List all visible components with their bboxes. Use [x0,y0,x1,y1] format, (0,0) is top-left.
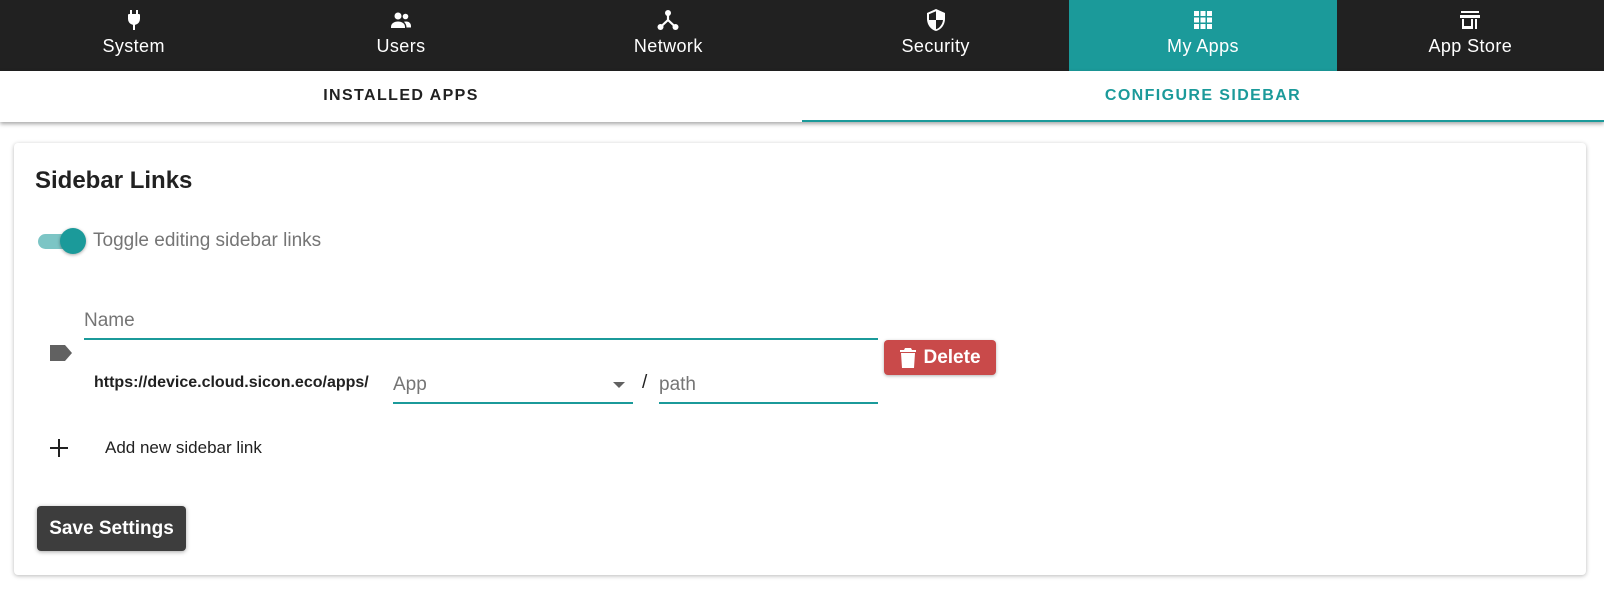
nav-item-security[interactable]: Security [802,0,1069,71]
plug-icon [127,10,140,30]
app-select-input[interactable] [393,368,633,402]
url-prefix: https://device.cloud.sicon.eco/apps/ [94,374,369,391]
delete-button[interactable]: Delete [884,340,996,375]
add-link-label: Add new sidebar link [105,438,262,457]
network-icon [657,10,679,30]
tag-icon [50,345,72,361]
users-icon [390,12,411,28]
nav-label: App Store [1428,36,1513,56]
store-icon [1460,11,1481,29]
path-separator: / [642,372,648,393]
nav-label: My Apps [1167,36,1239,56]
path-field [659,368,878,404]
nav-item-my-apps[interactable]: My Apps [1069,0,1337,71]
nav-label: Network [633,36,703,56]
app-select-field [393,368,633,404]
nav-label: System [102,36,165,56]
plus-icon [50,439,68,457]
sub-tabs: INSTALLED APPS CONFIGURE SIDEBAR [0,71,1604,122]
nav-item-network[interactable]: Network [535,0,802,71]
shield-icon [926,9,945,31]
trash-icon [900,347,917,368]
edit-links-toggle[interactable] [36,228,88,254]
save-settings-button[interactable]: Save Settings [37,506,186,551]
top-navigation: System Users Network Security My Apps Ap… [0,0,1604,71]
toggle-thumb [60,228,86,254]
nav-item-users[interactable]: Users [267,0,534,71]
nav-item-app-store[interactable]: App Store [1337,0,1604,71]
toggle-label: Toggle editing sidebar links [93,230,322,251]
chevron-down-icon[interactable] [613,382,625,388]
add-sidebar-link[interactable]: Add new sidebar link [48,433,262,463]
apps-grid-icon [1193,11,1212,29]
delete-label: Delete [923,346,981,368]
nav-item-system[interactable]: System [0,0,267,71]
link-name-field [84,304,878,340]
link-name-input[interactable] [84,304,878,338]
path-input[interactable] [659,368,878,402]
nav-label: Security [901,36,970,56]
sidebar-links-card: Sidebar Links Toggle editing sidebar lin… [14,143,1586,575]
card-title: Sidebar Links [35,167,193,194]
tab-configure-sidebar[interactable]: CONFIGURE SIDEBAR [802,71,1604,122]
nav-label: Users [376,36,426,56]
tab-installed-apps[interactable]: INSTALLED APPS [0,71,802,122]
